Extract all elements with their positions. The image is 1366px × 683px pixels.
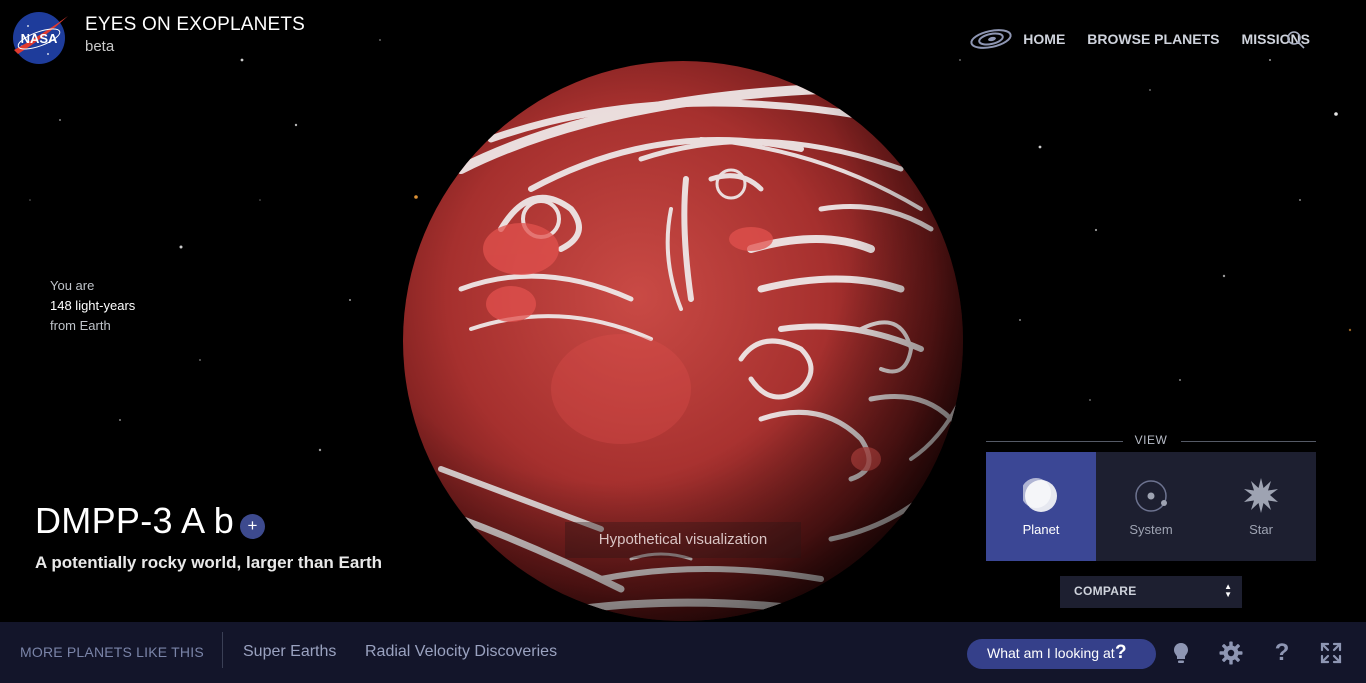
select-arrows-icon: ▲ ▼ [1224,582,1232,599]
visualization-note: Hypothetical visualization [565,522,801,558]
link-radial-velocity[interactable]: Radial Velocity Discoveries [365,643,557,661]
view-system-button[interactable]: System [1096,452,1206,561]
bottom-divider [222,632,223,668]
look-label: What am I looking at [987,645,1115,661]
nav-home[interactable]: HOME [1023,31,1065,47]
planet-description: A potentially rocky world, larger than E… [35,553,382,572]
view-heading: VIEW [986,432,1316,450]
nav-browse-planets[interactable]: BROWSE PLANETS [1087,31,1219,47]
question-icon: ? [1115,642,1127,663]
view-system-label: System [1129,522,1173,537]
help-icon[interactable]: ? [1270,641,1294,665]
fullscreen-icon[interactable] [1319,641,1343,665]
lightbulb-icon[interactable] [1169,641,1193,665]
top-nav: HOME BROWSE PLANETS MISSIONS [969,26,1310,52]
distance-readout: You are 148 light-years from Earth [50,276,135,336]
link-super-earths[interactable]: Super Earths [243,643,336,661]
search-icon[interactable] [1286,30,1306,50]
view-star-label: Star [1249,522,1273,537]
app-subtitle: beta [85,38,115,55]
planet-name: DMPP-3 A b [35,500,235,541]
app-title: EYES ON EXOPLANETS [85,14,306,35]
more-planets-label: MORE PLANETS LIKE THIS [20,644,204,660]
compare-select[interactable]: COMPARE ▲ ▼ [1060,576,1242,608]
view-planet-label: Planet [1022,522,1060,537]
compare-label: COMPARE [1074,584,1137,598]
view-planet-button[interactable]: Planet [986,452,1096,561]
view-selector: Planet System Star [986,452,1316,561]
distance-line-1: You are [50,278,95,293]
distance-value: 148 light-years [50,298,136,313]
view-star-button[interactable]: Star [1206,452,1316,561]
system-icon [1135,480,1167,512]
bottom-bar: MORE PLANETS LIKE THIS Super Earths Radi… [0,622,1366,683]
gear-icon[interactable] [1219,641,1243,665]
svg-text:NASA: NASA [21,31,58,46]
nasa-logo[interactable]: NASA [10,10,68,66]
planet-icon [1023,478,1057,512]
view-heading-text: VIEW [1134,433,1168,447]
what-am-i-looking-at-button[interactable]: What am I looking at ? [967,639,1156,669]
add-planet-button[interactable]: + [240,514,265,539]
galaxy-icon[interactable] [969,26,1013,52]
star-icon [1244,478,1278,513]
distance-line-3: from Earth [50,318,111,333]
